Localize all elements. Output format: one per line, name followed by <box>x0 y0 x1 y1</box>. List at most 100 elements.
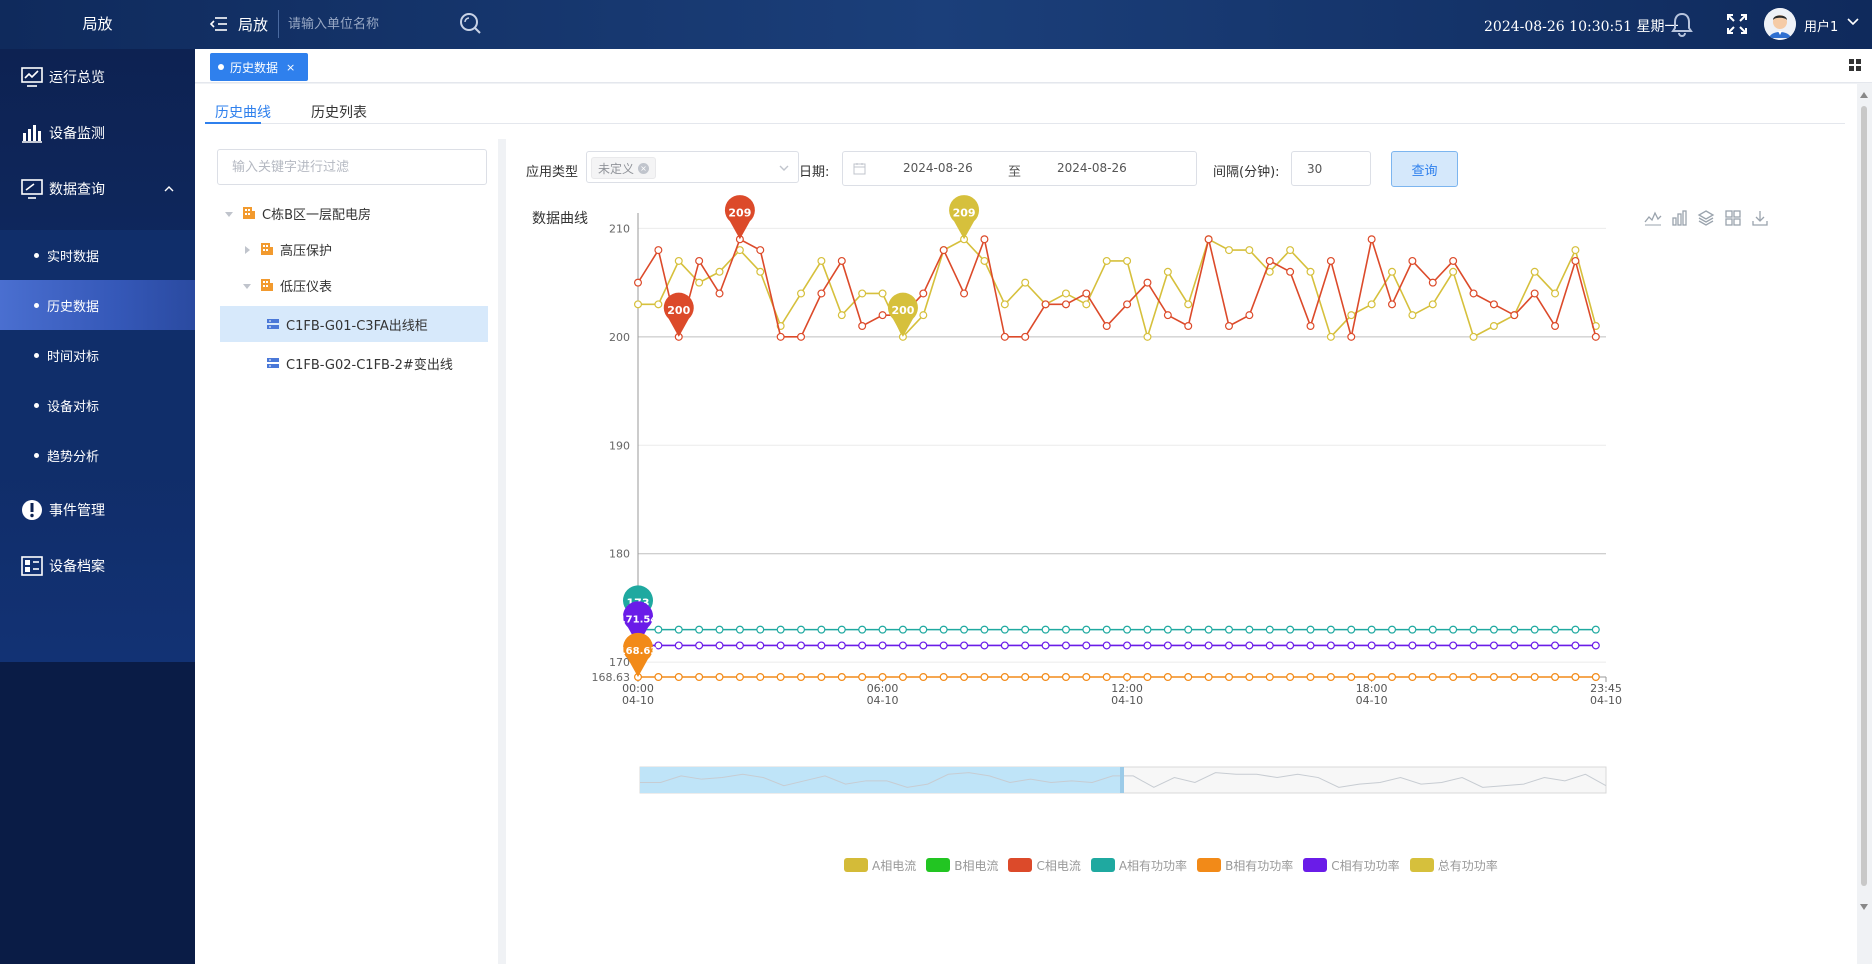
data-point <box>1591 332 1600 341</box>
tree-node-label: 低压仪表 <box>280 279 333 295</box>
data-point <box>776 625 785 634</box>
sidebar-subitem-realtime[interactable]: 实时数据 <box>0 230 195 280</box>
data-point <box>654 672 663 681</box>
data-point <box>1184 641 1193 650</box>
sidebar-item-label: 运行总览 <box>49 70 105 86</box>
data-point <box>634 300 643 309</box>
sidebar-subitem-trend[interactable]: 趋势分析 <box>0 430 195 480</box>
zoom-handle <box>1120 767 1124 793</box>
data-point <box>1000 672 1009 681</box>
data-point <box>1021 625 1030 634</box>
data-point <box>878 672 887 681</box>
caret-right-icon[interactable] <box>242 244 252 254</box>
sidebar-subitem-label: 历史数据 <box>47 299 100 315</box>
search-icon[interactable] <box>459 12 481 34</box>
tab-strip: 历史数据 × <box>195 49 1872 83</box>
sidebar-subitem-label: 趋势分析 <box>47 449 100 465</box>
avatar[interactable] <box>1764 8 1796 40</box>
tab-history-data[interactable]: 历史数据 × <box>210 53 308 81</box>
data-point <box>1428 300 1437 309</box>
data-point <box>837 641 846 650</box>
data-point <box>1530 641 1539 650</box>
data-point <box>756 267 765 276</box>
legend-item[interactable]: A相电流 <box>844 857 916 874</box>
tree-node-lv-meters[interactable]: 低压仪表 <box>242 267 332 303</box>
sidebar-subitem-label: 实时数据 <box>47 249 100 265</box>
data-point <box>654 625 663 634</box>
sidebar-item-label: 数据查询 <box>49 182 105 198</box>
building-icon <box>260 242 274 256</box>
caret-down-icon[interactable] <box>242 280 252 290</box>
data-point <box>695 278 704 287</box>
data-point <box>1367 235 1376 244</box>
legend-item[interactable]: C相电流 <box>1008 857 1081 874</box>
legend-item[interactable]: B相有功功率 <box>1197 857 1293 874</box>
data-point <box>1224 641 1233 650</box>
data-point <box>858 625 867 634</box>
chevron-down-icon[interactable] <box>1846 15 1860 29</box>
legend-item[interactable]: A相有功功率 <box>1090 857 1187 874</box>
user-name[interactable]: 用户1 <box>1804 16 1838 35</box>
tree-node-hv-protection[interactable]: 高压保护 <box>242 231 332 267</box>
history-line-chart: 170180190200210168.6300:0004-1006:0004-1… <box>592 195 1622 794</box>
sidebar-subitem-history[interactable]: 历史数据 <box>0 280 195 330</box>
sidebar-item-archive[interactable]: 设备档案 <box>0 538 195 594</box>
menu-fold-icon[interactable] <box>209 12 228 36</box>
legend-label: B相有功功率 <box>1225 858 1294 873</box>
caret-down-icon[interactable] <box>224 208 234 218</box>
tree-node-cabinet-g02[interactable]: C1FB-G02-C1FB-2#变出线 <box>266 345 453 381</box>
close-icon[interactable]: × <box>286 61 295 74</box>
data-point <box>1224 672 1233 681</box>
data-point <box>1143 625 1152 634</box>
x-tick-date: 04-10 <box>622 694 654 707</box>
data-point <box>878 289 887 298</box>
apps-grid-icon[interactable] <box>1848 58 1862 72</box>
data-point <box>1388 641 1397 650</box>
sidebar-item-monitor[interactable]: 设备监测 <box>0 105 195 161</box>
data-point <box>654 300 663 309</box>
legend-item[interactable]: C相有功功率 <box>1303 857 1400 874</box>
legend-item[interactable]: 总有功功率 <box>1409 857 1498 874</box>
bullet-icon <box>34 452 39 458</box>
building-icon <box>242 206 256 220</box>
data-point <box>695 641 704 650</box>
tab-history-curve[interactable]: 历史曲线 <box>215 102 271 122</box>
legend-item[interactable]: B相电流 <box>926 857 998 874</box>
data-point <box>919 641 928 650</box>
tree-node-room[interactable]: C栋B区一层配电房 <box>224 195 371 231</box>
tree-filter-input[interactable] <box>217 149 487 185</box>
tab-history-list[interactable]: 历史列表 <box>311 102 367 122</box>
data-point <box>1551 625 1560 634</box>
data-point <box>1061 641 1070 650</box>
data-point <box>1000 641 1009 650</box>
data-point <box>674 625 683 634</box>
sidebar-item-data-query[interactable]: 数据查询 <box>0 161 195 217</box>
data-point <box>715 672 724 681</box>
data-point <box>1489 641 1498 650</box>
page-scrollbar[interactable] <box>1859 92 1869 912</box>
bell-icon[interactable] <box>1669 11 1695 37</box>
sidebar-subitem-label: 设备对标 <box>47 399 100 415</box>
data-point <box>1041 672 1050 681</box>
data-point <box>1591 641 1600 650</box>
sidebar-item-overview[interactable]: 运行总览 <box>0 49 195 105</box>
data-point <box>1530 267 1539 276</box>
data-point <box>1286 672 1295 681</box>
sidebar-item-events[interactable]: 事件管理 <box>0 482 195 538</box>
panel-divider[interactable] <box>498 139 506 964</box>
data-point <box>1388 300 1397 309</box>
data-point <box>1469 289 1478 298</box>
tree-node-cabinet-g01[interactable]: C1FB-G01-C3FA出线柜 <box>220 306 488 342</box>
data-point <box>1571 641 1580 650</box>
monitor-chart-icon <box>20 65 44 89</box>
data-point <box>1082 641 1091 650</box>
marker-label: 168.63 <box>619 646 658 657</box>
fullscreen-icon[interactable] <box>1726 13 1748 35</box>
data-point <box>1326 332 1335 341</box>
data-point <box>1326 625 1335 634</box>
sidebar-subitem-device-benchmark[interactable]: 设备对标 <box>0 380 195 430</box>
data-point <box>919 289 928 298</box>
data-point <box>776 672 785 681</box>
unit-search-input[interactable] <box>288 10 488 38</box>
sidebar-subitem-time-benchmark[interactable]: 时间对标 <box>0 330 195 380</box>
